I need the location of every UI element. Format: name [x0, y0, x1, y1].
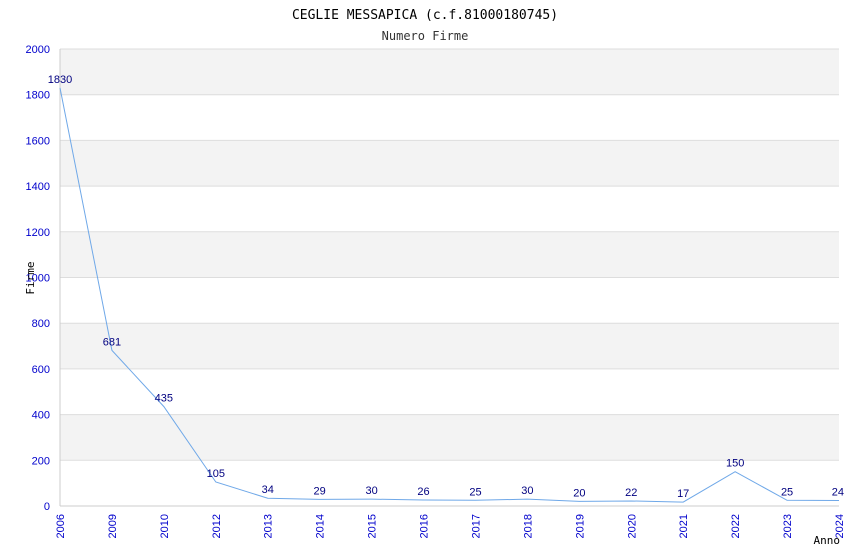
x-tick-label: 2012 — [211, 514, 223, 538]
data-label: 30 — [521, 485, 533, 497]
data-label: 20 — [573, 487, 585, 499]
data-label: 24 — [832, 487, 844, 499]
x-tick-label: 2021 — [678, 514, 690, 538]
x-tick-label: 2020 — [626, 514, 638, 538]
data-label: 1830 — [48, 74, 72, 86]
y-tick-label: 400 — [32, 410, 50, 422]
data-label: 25 — [469, 486, 481, 498]
x-tick-label: 2014 — [315, 514, 327, 538]
grid-band — [60, 231, 839, 278]
x-axis-title: Anno — [814, 534, 841, 547]
y-tick-label: 1400 — [26, 181, 50, 193]
line-chart: CEGLIE MESSAPICA (c.f.81000180745) Numer… — [24, 8, 846, 547]
y-tick-label: 2000 — [26, 44, 50, 56]
grid-band — [60, 140, 839, 187]
data-label: 29 — [314, 485, 326, 497]
data-label: 22 — [625, 487, 637, 499]
x-tick-label: 2022 — [730, 514, 742, 538]
data-label: 34 — [262, 484, 274, 496]
y-tick-label: 0 — [44, 501, 50, 513]
x-tick-label: 2018 — [522, 514, 534, 538]
data-label: 105 — [207, 468, 225, 480]
data-label: 17 — [677, 488, 689, 500]
y-tick-label: 1600 — [26, 135, 50, 147]
grid-band — [60, 414, 839, 461]
grid-band — [60, 323, 839, 369]
x-tick-label: 2023 — [782, 514, 794, 538]
x-tick-label: 2013 — [263, 514, 275, 538]
data-label: 30 — [365, 485, 377, 497]
data-label: 25 — [781, 486, 793, 498]
grid-band — [60, 94, 839, 141]
data-label: 150 — [726, 458, 744, 470]
x-tick-label: 2019 — [574, 514, 586, 538]
x-tick-label: 2006 — [55, 514, 67, 538]
chart-title: CEGLIE MESSAPICA (c.f.81000180745) — [292, 8, 558, 23]
grid-band — [60, 186, 839, 232]
y-axis-title: Firme — [24, 261, 37, 294]
chart-subtitle: Numero Firme — [382, 29, 469, 43]
y-tick-label: 600 — [32, 364, 50, 376]
x-axis-ticks: 2006 2009 2010 2012 2013 2014 2015 2016 2017 2018… — [55, 514, 846, 538]
x-tick-label: 2009 — [107, 514, 119, 538]
x-tick-label: 2016 — [419, 514, 431, 538]
y-tick-label: 1800 — [26, 90, 50, 102]
x-tick-label: 2010 — [159, 514, 171, 538]
y-tick-label: 800 — [32, 318, 50, 330]
grid-band — [60, 460, 839, 506]
data-label: 435 — [155, 393, 173, 405]
data-label: 26 — [417, 486, 429, 498]
y-tick-label: 200 — [32, 455, 50, 467]
grid-band — [60, 277, 839, 324]
data-label: 681 — [103, 336, 121, 348]
x-tick-label: 2015 — [367, 514, 379, 538]
x-tick-label: 2017 — [470, 514, 482, 538]
y-tick-label: 1200 — [26, 227, 50, 239]
grid-band — [60, 49, 839, 95]
grid-band — [60, 368, 839, 415]
